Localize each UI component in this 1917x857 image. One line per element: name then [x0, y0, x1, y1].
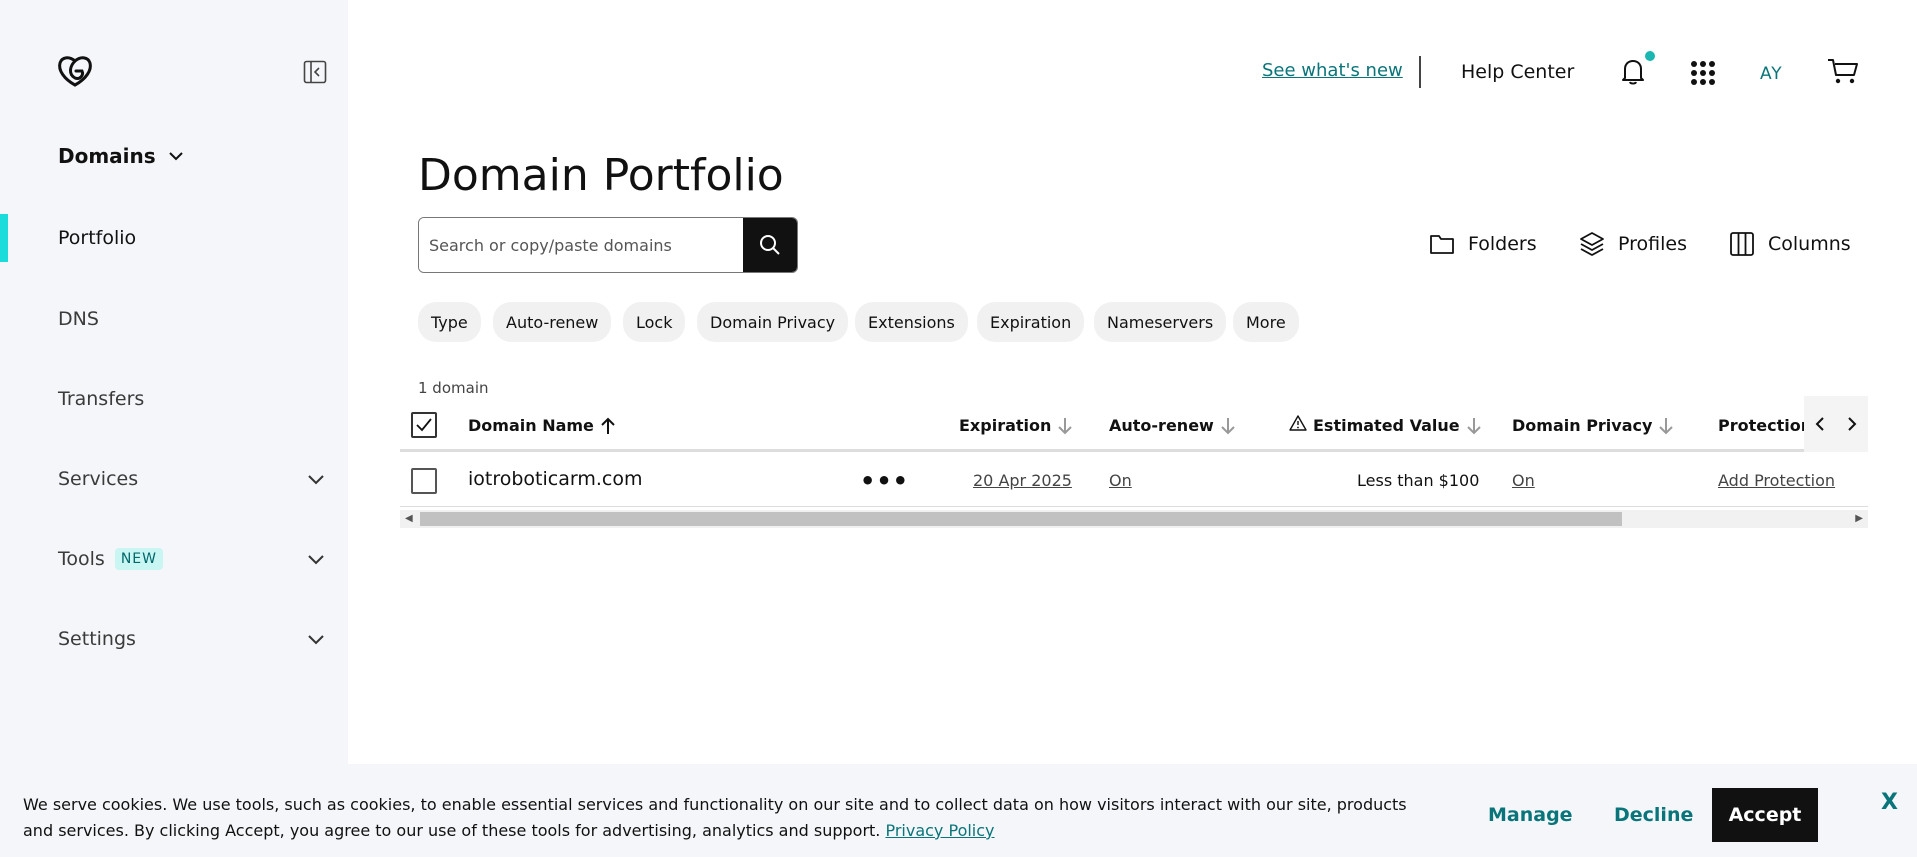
scroll-right-arrow-icon[interactable]: ▶	[1855, 513, 1863, 524]
filter-lock[interactable]: Lock	[623, 302, 686, 342]
add-protection-link[interactable]: Add Protection	[1718, 471, 1835, 490]
column-header-protection[interactable]: Protection	[1718, 416, 1812, 435]
row-checkbox[interactable]	[411, 468, 437, 494]
page-title: Domain Portfolio	[418, 150, 784, 201]
column-header-auto-renew[interactable]: Auto-renew	[1109, 416, 1236, 435]
filter-more[interactable]: More	[1233, 302, 1299, 342]
profiles-button[interactable]: Profiles	[1578, 230, 1687, 258]
scrollbar-thumb[interactable]	[420, 512, 1622, 526]
folder-icon	[1430, 235, 1454, 254]
privacy-policy-link[interactable]: Privacy Policy	[885, 821, 994, 840]
chevron-down-icon	[308, 475, 324, 485]
column-header-domain-name[interactable]: Domain Name	[468, 416, 616, 435]
notification-dot	[1645, 51, 1655, 61]
chevron-right-icon[interactable]	[1846, 416, 1858, 432]
new-badge: NEW	[114, 548, 163, 570]
help-center-link[interactable]: Help Center	[1461, 61, 1574, 83]
sidebar-item-settings[interactable]: Settings	[0, 613, 348, 665]
table-header: Domain Name Expiration Auto-renew Estima…	[400, 396, 1868, 452]
divider	[1419, 56, 1421, 88]
whats-new-link[interactable]: See what's new	[1262, 60, 1403, 81]
more-actions-icon[interactable]: •••	[860, 467, 909, 495]
active-indicator	[0, 214, 8, 262]
estimated-value: Less than $100	[1357, 471, 1480, 490]
cart-icon[interactable]	[1827, 56, 1859, 86]
sidebar-item-dns[interactable]: DNS	[0, 293, 348, 345]
select-all-checkbox[interactable]	[411, 412, 437, 438]
cookie-banner: We serve cookies. We use tools, such as …	[0, 764, 1917, 857]
auto-renew-status[interactable]: On	[1109, 471, 1132, 490]
chevron-down-icon	[308, 635, 324, 645]
filter-extensions[interactable]: Extensions	[855, 302, 968, 342]
arrow-down-icon	[1058, 417, 1073, 434]
column-label: Auto-renew	[1109, 416, 1214, 435]
domain-count: 1 domain	[418, 379, 489, 397]
layers-icon	[1580, 232, 1604, 256]
arrow-down-icon	[1466, 417, 1481, 434]
column-label: Estimated Value	[1313, 416, 1460, 435]
sidebar: Domains Portfolio DNS Transfers Services…	[0, 0, 348, 857]
godaddy-logo-icon[interactable]	[56, 54, 94, 88]
table-row: iotroboticarm.com ••• 20 Apr 2025 On Les…	[400, 455, 1868, 507]
domains-heading: Domains	[58, 144, 156, 168]
search-button[interactable]	[743, 218, 797, 272]
filter-domain-privacy[interactable]: Domain Privacy	[697, 302, 849, 342]
collapse-sidebar-icon[interactable]	[303, 60, 327, 84]
horizontal-scrollbar[interactable]: ◀ ▶	[400, 510, 1868, 528]
search-input[interactable]	[419, 218, 743, 272]
sidebar-item-label: DNS	[58, 308, 99, 330]
columns-button[interactable]: Columns	[1728, 230, 1851, 258]
folders-button[interactable]: Folders	[1428, 230, 1537, 258]
decline-button[interactable]: Decline	[1614, 804, 1693, 826]
sidebar-item-label: Portfolio	[58, 227, 137, 249]
sidebar-item-transfers[interactable]: Transfers	[0, 373, 348, 425]
arrow-down-icon	[1221, 417, 1235, 434]
column-label: Expiration	[959, 416, 1052, 435]
manage-button[interactable]: Manage	[1488, 804, 1573, 826]
sidebar-item-portfolio[interactable]: Portfolio	[0, 212, 348, 264]
filter-expiration[interactable]: Expiration	[977, 302, 1085, 342]
sidebar-item-label: Settings	[58, 628, 136, 650]
scroll-left-arrow-icon[interactable]: ◀	[405, 513, 413, 524]
column-scroll-controls	[1804, 396, 1868, 452]
arrow-up-icon	[601, 417, 615, 434]
column-header-estimated-value[interactable]: Estimated Value	[1289, 414, 1482, 435]
filter-auto-renew[interactable]: Auto-renew	[493, 302, 612, 342]
sidebar-item-services[interactable]: Services	[0, 453, 348, 505]
chevron-down-icon	[308, 555, 324, 565]
close-icon[interactable]: X	[1881, 790, 1898, 815]
domain-name[interactable]: iotroboticarm.com	[468, 468, 642, 490]
profiles-label: Profiles	[1618, 233, 1687, 255]
filter-nameservers[interactable]: Nameservers	[1094, 302, 1227, 342]
columns-icon	[1730, 232, 1754, 256]
sidebar-item-tools[interactable]: Tools NEW	[0, 533, 348, 585]
warning-icon	[1289, 414, 1307, 431]
sidebar-item-label: Services	[58, 468, 139, 490]
domain-privacy-status[interactable]: On	[1512, 471, 1535, 490]
cookie-message: We serve cookies. We use tools, such as …	[23, 795, 1407, 840]
column-label: Protection	[1718, 416, 1813, 435]
apps-grid-icon[interactable]	[1690, 60, 1716, 86]
sidebar-item-label: Transfers	[58, 388, 145, 410]
expiration-date[interactable]: 20 Apr 2025	[973, 471, 1072, 490]
chevron-left-icon[interactable]	[1814, 416, 1826, 432]
accept-button[interactable]: Accept	[1712, 788, 1818, 842]
column-label: Domain Name	[468, 416, 594, 435]
folders-label: Folders	[1468, 233, 1537, 255]
avatar[interactable]: AY	[1760, 64, 1783, 84]
search-box	[418, 217, 798, 273]
column-label: Domain Privacy	[1512, 416, 1653, 435]
domains-menu[interactable]: Domains	[58, 144, 184, 168]
column-header-domain-privacy[interactable]: Domain Privacy	[1512, 416, 1674, 435]
chevron-down-icon	[168, 152, 183, 161]
columns-label: Columns	[1768, 233, 1851, 255]
column-header-expiration[interactable]: Expiration	[959, 416, 1073, 435]
cookie-text: We serve cookies. We use tools, such as …	[23, 792, 1423, 844]
filter-type[interactable]: Type	[418, 302, 481, 342]
arrow-down-icon	[1659, 417, 1674, 434]
checkmark-icon	[416, 418, 432, 432]
sidebar-item-label: Tools	[58, 548, 105, 570]
search-icon	[760, 235, 780, 255]
bell-icon[interactable]	[1620, 56, 1646, 86]
